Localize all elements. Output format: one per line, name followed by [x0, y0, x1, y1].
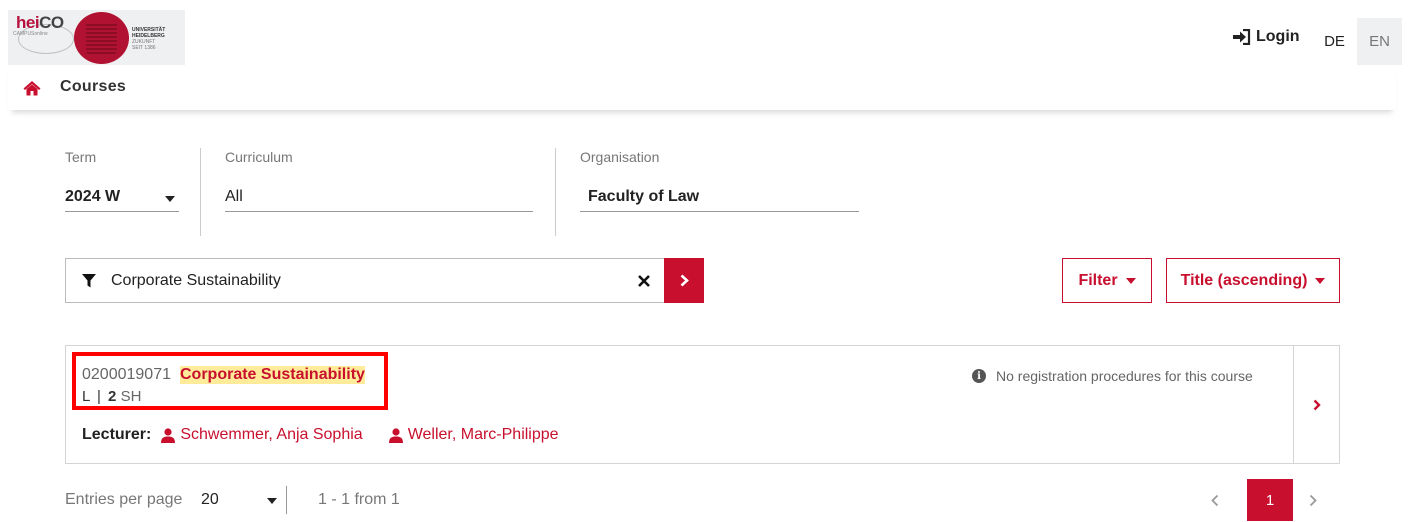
chevron-right-icon — [680, 274, 689, 287]
page-1-button[interactable]: 1 — [1247, 479, 1293, 521]
term-label: Term — [65, 149, 97, 165]
login-button[interactable]: Login — [1233, 28, 1300, 46]
search-input[interactable]: Corporate Sustainability — [65, 258, 704, 303]
caret-down-icon — [1125, 277, 1136, 284]
organisation-underline — [580, 211, 859, 212]
lecturer-link[interactable]: Schwemmer, Anja Sophia — [161, 426, 363, 444]
term-underline — [65, 211, 179, 212]
lecturer-name: Weller, Marc-Philippe — [407, 426, 559, 443]
university-seal-icon — [74, 12, 129, 64]
curriculum-label: Curriculum — [225, 149, 293, 165]
caret-down-icon — [1315, 277, 1326, 284]
login-label: Login — [1256, 28, 1300, 45]
curriculum-field[interactable]: All — [225, 188, 243, 206]
term-caret-icon[interactable] — [165, 196, 175, 202]
search-submit-button[interactable] — [664, 258, 704, 303]
close-icon — [638, 275, 650, 287]
sort-button-label: Title (ascending) — [1180, 271, 1308, 289]
filter-icon — [82, 274, 96, 288]
filter-button-label: Filter — [1078, 271, 1118, 289]
divider — [555, 148, 556, 236]
language-en[interactable]: EN — [1357, 18, 1402, 65]
term-select[interactable]: 2024 W — [65, 188, 120, 206]
sign-in-icon — [1233, 29, 1251, 45]
course-card[interactable]: 0200019071 Corporate Sustainability L | … — [65, 345, 1340, 464]
entries-per-page-label: Entries per page — [65, 491, 183, 508]
divider — [200, 148, 201, 236]
chevron-right-icon — [1309, 494, 1317, 507]
user-icon — [161, 427, 176, 443]
lecturer-name: Schwemmer, Anja Sophia — [180, 426, 363, 443]
breadcrumb-courses: Courses — [60, 78, 127, 95]
organisation-field[interactable]: Faculty of Law — [588, 188, 699, 206]
curriculum-underline — [225, 211, 533, 212]
registration-info-text: No registration procedures for this cour… — [996, 368, 1253, 384]
chevron-left-icon — [1211, 494, 1219, 507]
campus-online-text: CAMPUSonline — [13, 31, 48, 37]
chevron-right-icon — [1313, 399, 1321, 410]
sort-button[interactable]: Title (ascending) — [1166, 258, 1340, 303]
filter-button[interactable]: Filter — [1062, 258, 1152, 303]
university-logo[interactable]: heiCO CAMPUSonline UNIVERSITÄT HEIDELBER… — [8, 10, 185, 65]
lecturer-label: Lecturer: — [82, 426, 152, 443]
next-page-button[interactable] — [1309, 490, 1317, 513]
heico-logo-text: heiCO — [16, 13, 64, 32]
registration-info: i No registration procedures for this co… — [972, 368, 1253, 384]
top-bar: heiCO CAMPUSonline UNIVERSITÄT HEIDELBER… — [0, 0, 1412, 66]
previous-page-button[interactable] — [1211, 490, 1219, 513]
university-name: UNIVERSITÄT HEIDELBERG ZUKUNFT SEIT 1386 — [132, 27, 166, 51]
home-icon[interactable] — [23, 80, 41, 96]
breadcrumb: Courses — [8, 66, 1396, 110]
annotation-highlight-box — [72, 352, 388, 410]
caret-down-icon[interactable] — [267, 498, 277, 504]
lecturer-row: Lecturer: Schwemmer, Anja Sophia Weller,… — [82, 426, 585, 444]
language-de[interactable]: DE — [1312, 18, 1357, 65]
result-range: 1 - 1 from 1 — [318, 491, 400, 508]
user-icon — [388, 427, 403, 443]
entries-per-page-select[interactable]: 20 — [201, 491, 219, 509]
clear-search-button[interactable] — [638, 269, 650, 293]
divider — [286, 486, 287, 514]
info-icon: i — [972, 369, 986, 383]
lecturer-link[interactable]: Weller, Marc-Philippe — [388, 426, 559, 444]
open-course-button[interactable] — [1293, 346, 1339, 463]
search-value: Corporate Sustainability — [111, 272, 281, 289]
organisation-label: Organisation — [580, 149, 660, 165]
